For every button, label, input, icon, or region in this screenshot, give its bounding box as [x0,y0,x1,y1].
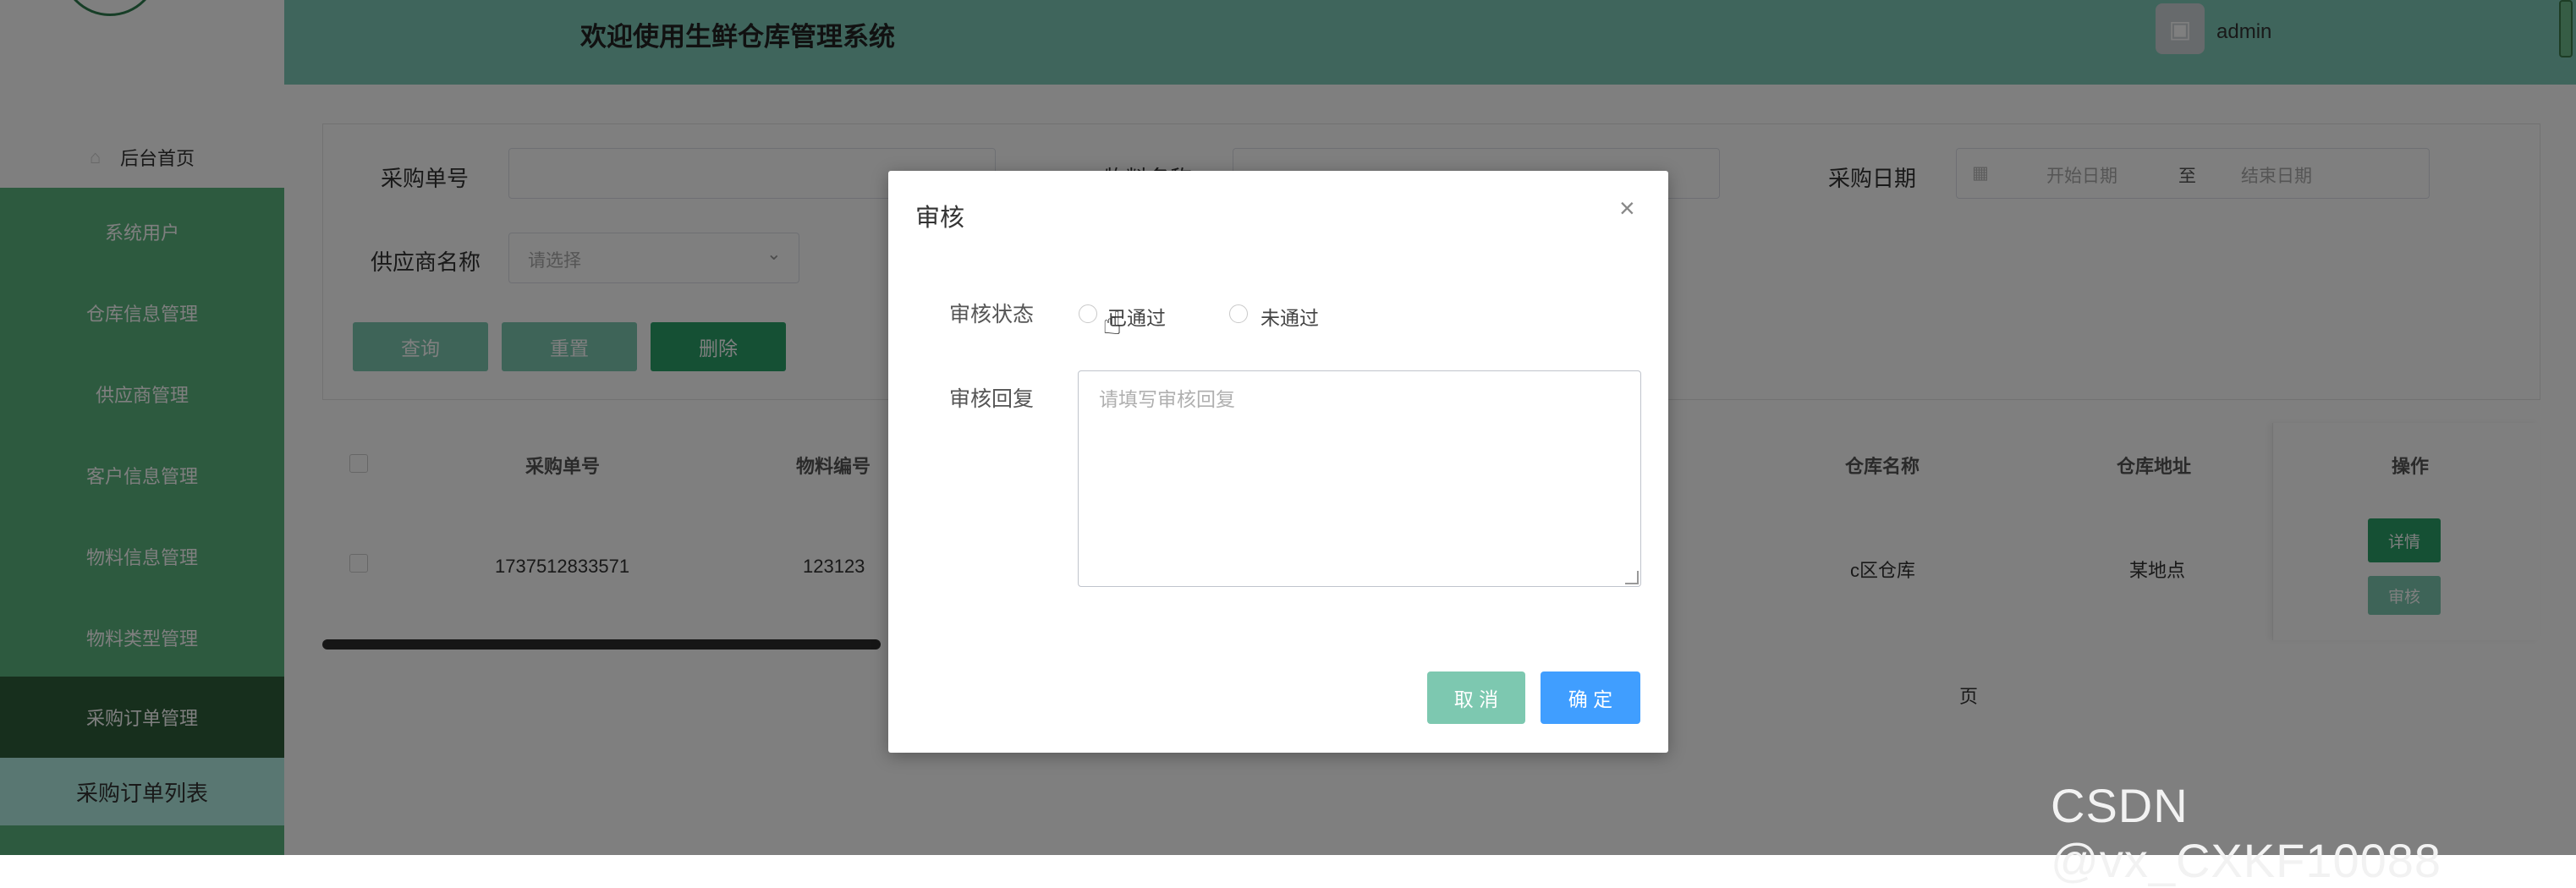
cancel-button[interactable]: 取 消 [1427,671,1525,724]
close-icon[interactable]: × [1619,193,1635,224]
status-label: 审核状态 [949,303,1035,326]
watermark: CSDN @vx_CXKF10088 [2051,779,2442,887]
resize-handle-icon[interactable] [1625,571,1639,584]
reply-placeholder: 请填写审核回复 [1099,388,1235,410]
radio-rejected-label[interactable]: 未通过 [1261,302,1319,331]
confirm-button[interactable]: 确 定 [1541,671,1640,724]
hand-cursor-icon: ☝ [1102,306,1123,342]
review-dialog: 审核 × 审核状态 已通过 未通过 ☝ 审核回复 请填写审核回复 取 消 确 定 [888,171,1668,753]
radio-approved[interactable] [1079,304,1097,323]
reply-label: 审核回复 [949,387,1035,411]
reply-textarea[interactable]: 请填写审核回复 [1078,370,1641,587]
radio-rejected[interactable] [1229,304,1248,323]
dialog-title: 审核 [915,205,965,232]
